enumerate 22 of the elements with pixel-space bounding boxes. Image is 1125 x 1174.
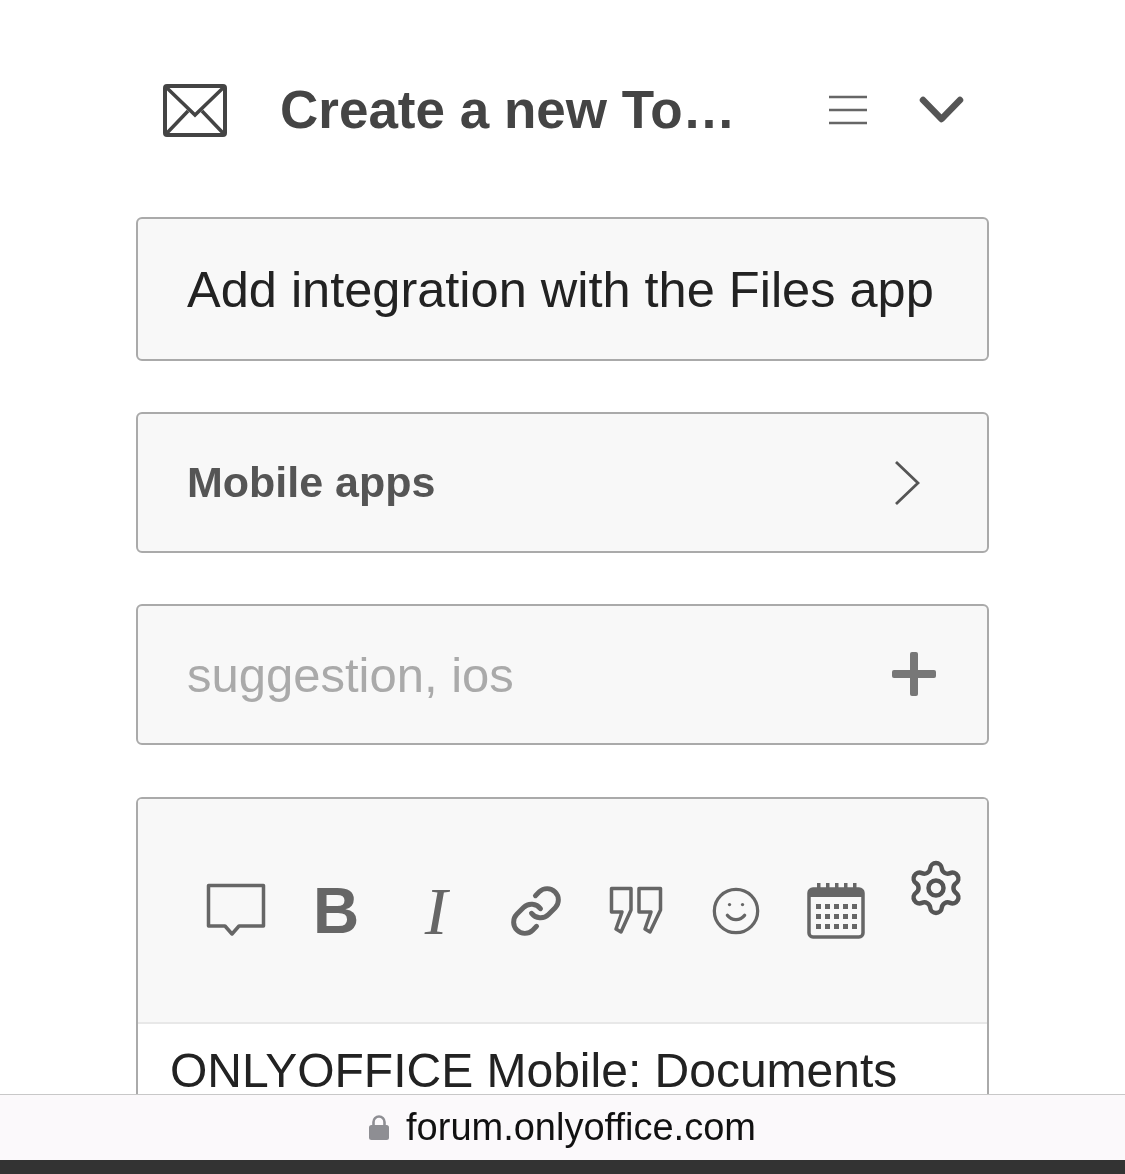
calendar-button[interactable]	[806, 880, 866, 941]
menu-icon	[829, 95, 867, 125]
category-dropdown[interactable]: Mobile apps	[136, 412, 989, 553]
quote-icon	[609, 885, 663, 936]
tags-input[interactable]: suggestion, ios	[136, 604, 989, 745]
menu-button[interactable]	[829, 95, 867, 125]
calendar-icon	[807, 882, 865, 939]
editor-text: ONLYOFFICE Mobile: Documents	[170, 1049, 899, 1094]
envelope-icon	[163, 83, 227, 137]
address-bar[interactable]: forum.onlyoffice.com	[0, 1094, 1125, 1160]
collapse-button[interactable]	[919, 96, 964, 124]
lock-icon	[369, 1115, 390, 1140]
topic-title: Create a new To…	[280, 79, 736, 141]
speech-bubble-icon	[206, 883, 266, 938]
title-input[interactable]: Add integration with the Files app	[136, 217, 989, 361]
bold-button[interactable]: B	[306, 880, 366, 941]
link-icon	[509, 883, 563, 938]
plus-icon[interactable]	[892, 652, 936, 696]
italic-button[interactable]: I	[406, 880, 466, 941]
chevron-down-icon	[919, 96, 964, 124]
url-text: forum.onlyoffice.com	[406, 1106, 756, 1149]
chevron-right-icon	[894, 459, 920, 506]
